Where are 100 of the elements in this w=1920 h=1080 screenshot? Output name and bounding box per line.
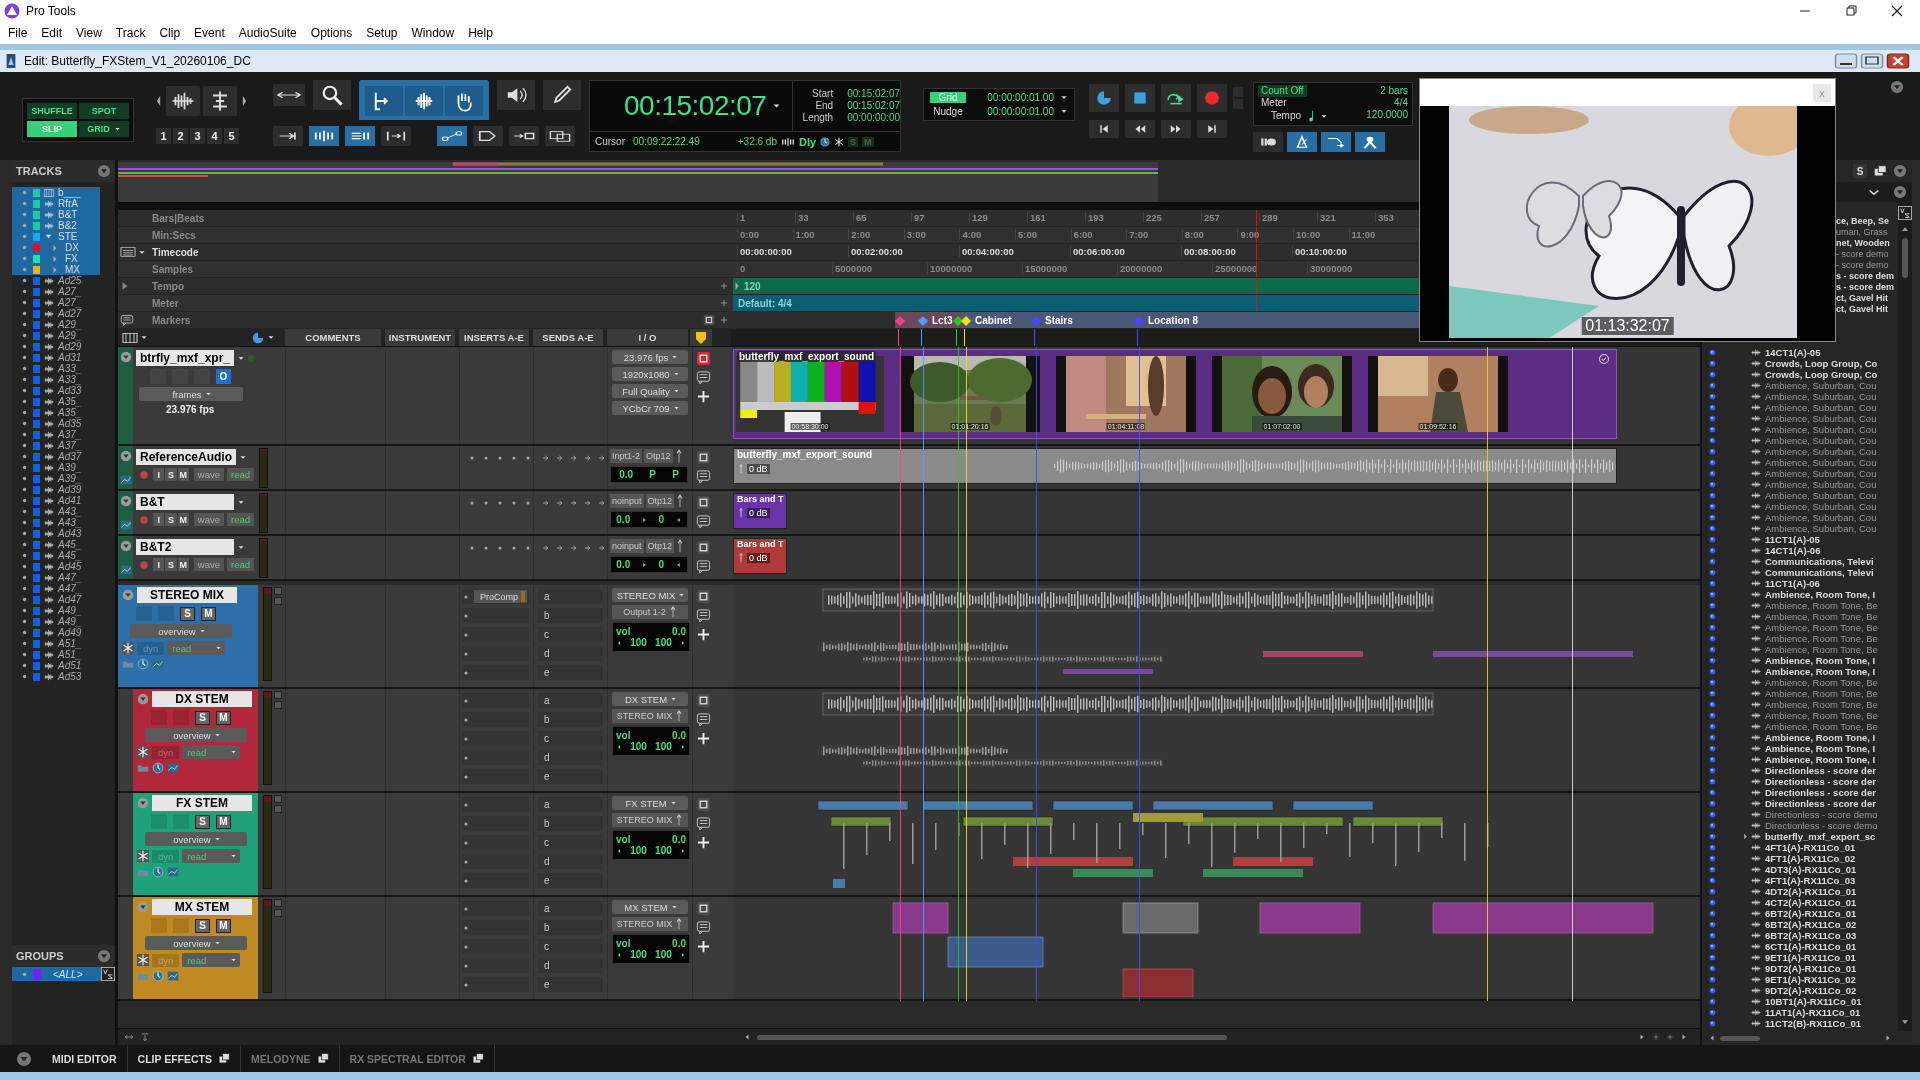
clip-list-item[interactable]: Crowds, Loop Group, Co bbox=[1702, 358, 1898, 369]
clip-list-item[interactable]: Directionless - score der bbox=[1702, 798, 1898, 809]
automation-dropdown[interactable]: read bbox=[182, 745, 241, 759]
track-list-item[interactable]: Ad47 bbox=[12, 594, 100, 605]
input-selector[interactable]: noinput bbox=[610, 539, 644, 553]
mute-button[interactable]: M bbox=[177, 468, 189, 481]
clip-list-item[interactable]: Ambience, Room Tone, Be bbox=[1702, 622, 1898, 633]
zoom-preset-button[interactable]: 3 bbox=[190, 128, 205, 144]
automation-dropdown[interactable]: read bbox=[182, 849, 241, 863]
clip-list-item[interactable]: Directionless - score der bbox=[1702, 776, 1898, 787]
mute-button[interactable]: M bbox=[177, 513, 189, 526]
clip-list-item[interactable]: Ambience, Suburban, Cou bbox=[1702, 468, 1898, 479]
track-list-item[interactable]: A43_ bbox=[12, 517, 100, 528]
output-selector[interactable]: STEREO MIX bbox=[612, 709, 688, 723]
output-selector[interactable]: Otp12 bbox=[644, 449, 673, 463]
input-selector[interactable]: noinput bbox=[610, 494, 644, 508]
track-list-item[interactable]: MX bbox=[12, 264, 100, 275]
online-button[interactable]: O bbox=[216, 369, 231, 384]
output-selector[interactable]: Otp12 bbox=[645, 494, 675, 508]
column-header[interactable]: I / O bbox=[607, 329, 688, 346]
clip-list-item[interactable]: 11CT1(A)-06 bbox=[1702, 578, 1898, 589]
clip-list-item[interactable]: 9DT2(A)-RX11Co_02 bbox=[1702, 985, 1898, 996]
menu-item[interactable]: View bbox=[69, 26, 109, 40]
mute-button[interactable]: M bbox=[201, 606, 216, 621]
solo-button[interactable]: S bbox=[180, 606, 195, 621]
clip-list-item[interactable]: 11CT1(A)-05 bbox=[1702, 534, 1898, 545]
clip-list-item[interactable]: Ambience, Room Tone, Be bbox=[1702, 677, 1898, 688]
track-list-item[interactable]: Ad29 bbox=[12, 341, 100, 352]
track-list-item[interactable]: A49_ bbox=[12, 616, 100, 627]
automation-button[interactable]: read bbox=[227, 468, 254, 481]
send-slot[interactable]: d bbox=[538, 854, 603, 869]
edit-mode-button[interactable]: SPOT bbox=[79, 103, 129, 119]
output-dropdown[interactable]: MX STEM bbox=[612, 900, 688, 914]
send-slot[interactable]: d bbox=[538, 646, 603, 661]
audio-clip[interactable]: Bars and T 0 dB bbox=[733, 538, 787, 574]
output-dropdown[interactable]: STEREO MIX bbox=[612, 588, 688, 602]
column-header[interactable]: INSERTS A-E bbox=[459, 329, 529, 346]
clip-list-item[interactable]: Ambience, Suburban, Cou bbox=[1702, 424, 1898, 435]
clip-list-item[interactable]: Ambience, Suburban, Cou bbox=[1702, 457, 1898, 468]
clip-list-item[interactable]: Ambience, Suburban, Cou bbox=[1702, 402, 1898, 413]
track-name-field[interactable]: B&T bbox=[136, 494, 234, 510]
send-slot[interactable]: b bbox=[538, 816, 603, 831]
solo-button[interactable]: S bbox=[195, 710, 210, 725]
track-list-item[interactable]: RfrA bbox=[12, 198, 100, 209]
quality-dropdown[interactable]: Full Quality bbox=[612, 384, 688, 398]
send-slot[interactable]: c bbox=[538, 627, 603, 642]
column-header[interactable]: SENDS A-E bbox=[533, 329, 603, 346]
track-list-item[interactable]: A29_ bbox=[12, 330, 100, 341]
clip-list-item[interactable]: 14CT1(A)-06 bbox=[1702, 545, 1898, 556]
clip-list-item[interactable]: Ambience, Suburban, Cou bbox=[1702, 413, 1898, 424]
track-list-item[interactable]: A43_ bbox=[12, 506, 100, 517]
clip-list-item[interactable]: 6CT1(A)-RX11Co_01 bbox=[1702, 941, 1898, 952]
audio-clip[interactable]: Bars and T 0 dB bbox=[733, 493, 787, 529]
track-list-item[interactable]: Ad25 bbox=[12, 275, 100, 286]
clip-list-item[interactable]: Ambience, Suburban, Cou bbox=[1702, 479, 1898, 490]
column-header[interactable]: COMMENTS bbox=[285, 329, 381, 346]
clip-list-item[interactable]: Ambience, Room Tone, I bbox=[1702, 743, 1898, 754]
send-slot[interactable]: a bbox=[538, 693, 603, 708]
count-off-label[interactable]: Count Off bbox=[1258, 85, 1307, 97]
track-list-item[interactable]: Ad33 bbox=[12, 385, 100, 396]
menu-item[interactable]: Edit bbox=[34, 26, 70, 40]
track-list-item[interactable]: A27_ bbox=[12, 286, 100, 297]
track-list-item[interactable]: b___ bbox=[12, 187, 100, 198]
send-slot[interactable]: a bbox=[538, 589, 603, 604]
clip-list-item[interactable]: 9ET1(A)-RX11Co_02 bbox=[1702, 974, 1898, 985]
clip-list-item[interactable]: Ambience, Suburban, Cou bbox=[1702, 512, 1898, 523]
clip-list-item[interactable]: Ambience, Suburban, Cou bbox=[1702, 501, 1898, 512]
clip-list-item[interactable]: Ambience, Room Tone, Be bbox=[1702, 688, 1898, 699]
send-slot[interactable]: c bbox=[538, 731, 603, 746]
automation-button[interactable]: read bbox=[227, 513, 254, 526]
track-list-item[interactable]: B&2 bbox=[12, 220, 100, 231]
menu-item[interactable]: File bbox=[1, 26, 35, 40]
nudge-value[interactable]: 00:00:00:01.00 bbox=[972, 106, 1054, 117]
track-name-field[interactable]: MX STEM bbox=[152, 899, 252, 915]
menu-item[interactable]: Window bbox=[404, 26, 462, 40]
track-list-item[interactable]: A47_ bbox=[12, 583, 100, 594]
clip-list-item[interactable]: Communications, Televi bbox=[1702, 556, 1898, 567]
edit-mode-button[interactable]: SHUFFLE bbox=[27, 103, 77, 119]
clip-list-item[interactable]: Ambience, Suburban, Cou bbox=[1702, 490, 1898, 501]
clip-list-item[interactable]: butterfly_mxf_export_sc bbox=[1702, 831, 1898, 842]
mute-button[interactable]: M bbox=[216, 814, 231, 829]
clip-list-item[interactable]: Crowds, Loop Group, Co bbox=[1702, 369, 1898, 380]
clip-list-item[interactable]: 11AT1(A)-RX11Co_01 bbox=[1702, 1007, 1898, 1018]
clip-list-item[interactable]: Directionless - score der bbox=[1702, 787, 1898, 798]
clip-list-item[interactable]: 6BT2(A)-RX11Co_01 bbox=[1702, 908, 1898, 919]
zoom-preset-button[interactable]: 4 bbox=[207, 128, 222, 144]
view-dropdown[interactable]: overview bbox=[145, 936, 247, 950]
frame-rate-dropdown[interactable]: 23.976 fps bbox=[612, 350, 688, 364]
output-selector[interactable]: Otp12 bbox=[645, 539, 675, 553]
track-name-field[interactable]: B&T2 bbox=[136, 539, 234, 555]
output-dropdown[interactable]: FX STEM bbox=[612, 796, 688, 810]
track-list-item[interactable]: Ad35 bbox=[12, 418, 100, 429]
track-list-item[interactable]: A37_ bbox=[12, 429, 100, 440]
clip-list-item[interactable]: Directionless - score demo bbox=[1702, 820, 1898, 831]
resolution-dropdown[interactable]: 1920x1080 bbox=[612, 367, 688, 381]
menu-item[interactable]: Help bbox=[461, 26, 500, 40]
send-slot[interactable]: e bbox=[538, 665, 603, 680]
track-list-item[interactable]: Ad41 bbox=[12, 495, 100, 506]
clip-list-item[interactable]: Ambience, Room Tone, I bbox=[1702, 754, 1898, 765]
send-slot[interactable]: e bbox=[538, 977, 603, 992]
